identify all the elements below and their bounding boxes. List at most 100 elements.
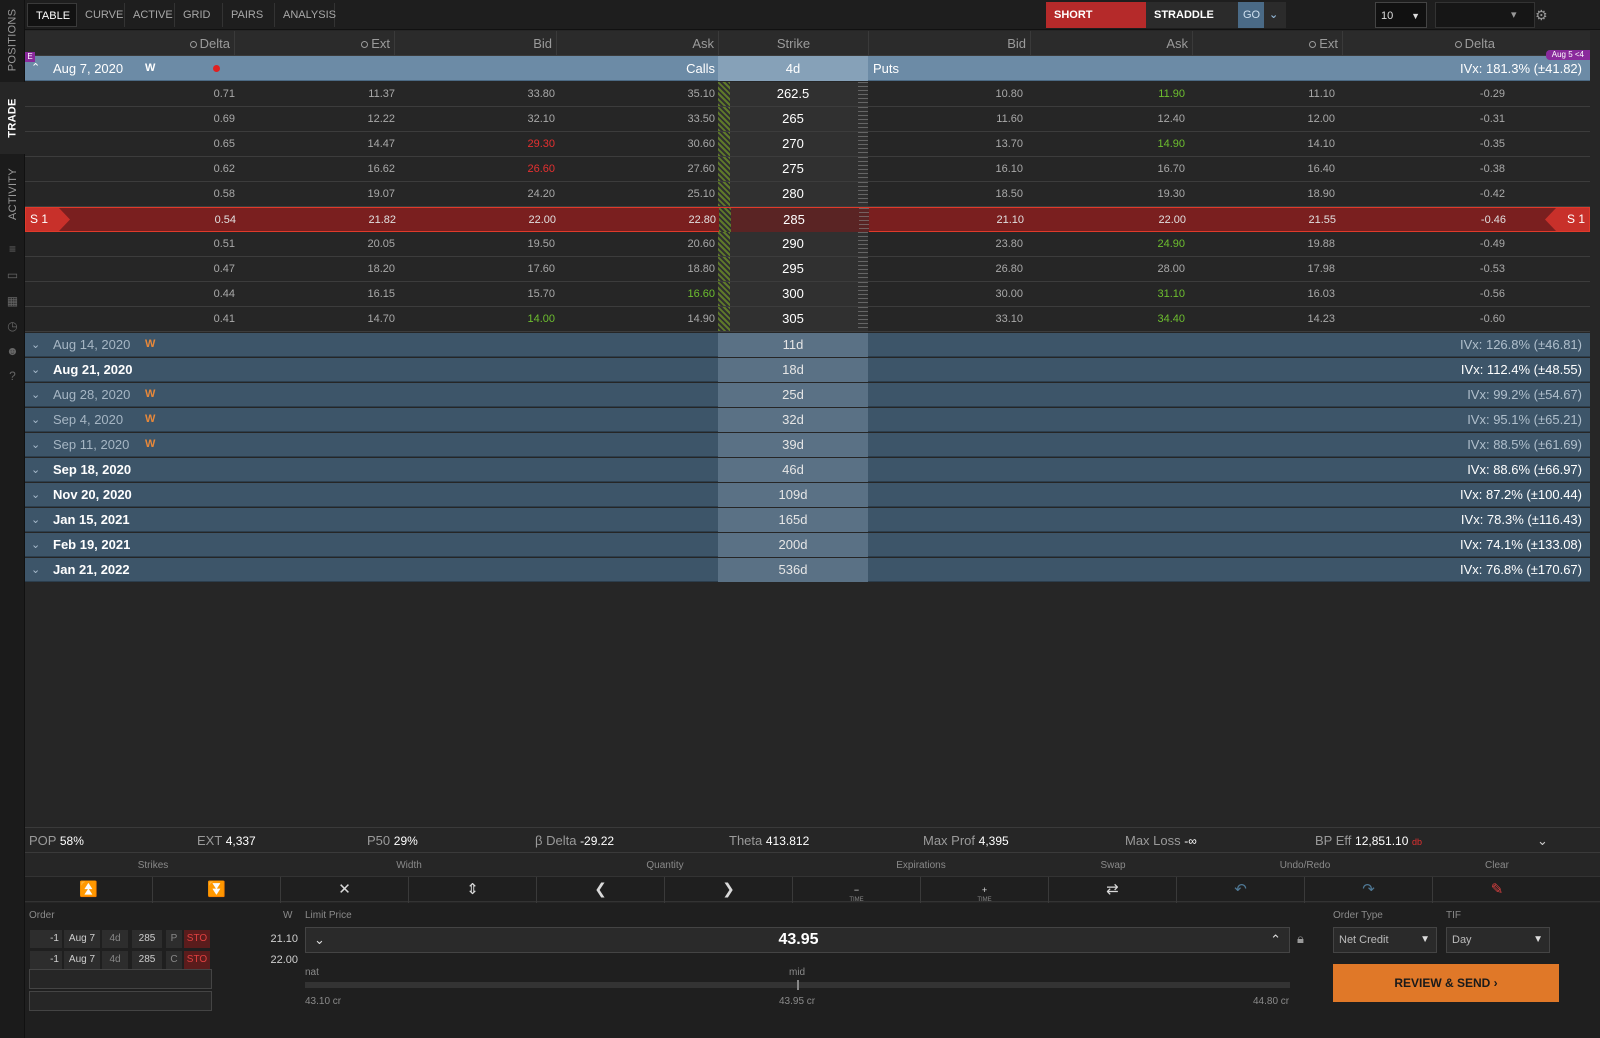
cell-p-ext[interactable]: 19.88 bbox=[1255, 232, 1335, 256]
lock-icon[interactable]: 🔒︎ bbox=[1297, 931, 1304, 947]
list-icon[interactable]: ≡ bbox=[5, 242, 20, 256]
price-slider-handle[interactable] bbox=[797, 980, 799, 990]
chevron-down-icon[interactable]: ⌄ bbox=[31, 433, 40, 457]
expiration-row[interactable]: ⌄ Jan 21, 2022 536d IVx: 76.8% (±170.67) bbox=[25, 558, 1590, 582]
filter-icon[interactable]: ▾ bbox=[1511, 2, 1529, 28]
empty-leg-slot[interactable] bbox=[29, 991, 212, 1011]
chevron-down-icon[interactable]: ⌄ bbox=[31, 383, 40, 407]
cell-c-delta[interactable]: 0.54 bbox=[156, 208, 236, 232]
col-strike[interactable]: Strike bbox=[719, 31, 869, 56]
cell-p-ask[interactable]: 19.30 bbox=[1105, 182, 1185, 206]
cell-c-bid[interactable]: 17.60 bbox=[475, 257, 555, 281]
leg-quantity[interactable]: -1 bbox=[30, 951, 62, 969]
leg-action[interactable]: STO bbox=[184, 951, 210, 969]
cell-p-ext[interactable]: 14.23 bbox=[1255, 307, 1335, 331]
col-call-bid[interactable]: Bid bbox=[395, 31, 557, 56]
leg-strike[interactable]: 285 bbox=[132, 951, 162, 969]
watchlist-icon[interactable]: ▭ bbox=[5, 268, 20, 282]
cell-p-delta[interactable]: -0.42 bbox=[1425, 182, 1505, 206]
table-row[interactable]: 0.71 11.37 33.80 35.10 10.80 11.90 11.10 -0.29 2… bbox=[25, 82, 1590, 107]
cell-c-ask[interactable]: 35.10 bbox=[635, 82, 715, 106]
cell-c-delta[interactable]: 0.47 bbox=[155, 257, 235, 281]
cell-p-delta[interactable]: -0.31 bbox=[1425, 107, 1505, 131]
chevron-down-icon[interactable]: ⌄ bbox=[31, 483, 40, 507]
table-row[interactable]: 0.69 12.22 32.10 33.50 11.60 12.40 12.00 -0.31 2… bbox=[25, 107, 1590, 132]
chevron-down-icon[interactable]: ⌄ bbox=[31, 558, 40, 582]
chevron-down-icon[interactable]: ⌄ bbox=[31, 508, 40, 532]
tab-analysis[interactable]: ANALYSIS bbox=[275, 3, 336, 27]
cell-c-ask[interactable]: 33.50 bbox=[635, 107, 715, 131]
cell-c-bid[interactable]: 19.50 bbox=[475, 232, 555, 256]
cell-p-ext[interactable]: 11.10 bbox=[1255, 82, 1335, 106]
tab-table[interactable]: TABLE bbox=[27, 3, 77, 27]
cell-p-ext[interactable]: 18.90 bbox=[1255, 182, 1335, 206]
width-widen-icon[interactable]: ⇕ bbox=[409, 877, 537, 903]
cell-p-ask[interactable]: 16.70 bbox=[1105, 157, 1185, 181]
leg-quantity[interactable]: -1 bbox=[30, 930, 62, 948]
expiration-row[interactable]: ⌄ Sep 4, 2020 W 32d IVx: 95.1% (±65.21) bbox=[25, 408, 1590, 432]
people-icon[interactable]: ☻ bbox=[5, 344, 20, 358]
cell-c-ask[interactable]: 25.10 bbox=[635, 182, 715, 206]
cell-c-bid[interactable]: 14.00 bbox=[475, 307, 555, 331]
col-put-ask[interactable]: Ask bbox=[1031, 31, 1193, 56]
strikes-up-icon[interactable]: ⏫ bbox=[25, 877, 153, 903]
cell-c-delta[interactable]: 0.44 bbox=[155, 282, 235, 306]
cell-c-ext[interactable]: 12.22 bbox=[315, 107, 395, 131]
cell-c-ask[interactable]: 18.80 bbox=[635, 257, 715, 281]
expiration-later-icon[interactable]: + TIME bbox=[921, 877, 1049, 903]
cell-p-ask[interactable]: 28.00 bbox=[1105, 257, 1185, 281]
col-put-ext[interactable]: Ext bbox=[1193, 31, 1343, 56]
cell-p-bid[interactable]: 21.10 bbox=[944, 208, 1024, 232]
cell-c-delta[interactable]: 0.41 bbox=[155, 307, 235, 331]
review-send-button[interactable]: REVIEW & SEND › bbox=[1333, 964, 1559, 1002]
strategy-select[interactable]: STRADDLE bbox=[1146, 2, 1238, 28]
cell-c-ext[interactable]: 21.82 bbox=[316, 208, 396, 232]
go-button[interactable]: GO bbox=[1238, 2, 1264, 28]
table-row[interactable]: 0.62 16.62 26.60 27.60 16.10 16.70 16.40 -0.38 2… bbox=[25, 157, 1590, 182]
cell-p-ask[interactable]: 12.40 bbox=[1105, 107, 1185, 131]
cell-c-bid[interactable]: 32.10 bbox=[475, 107, 555, 131]
leg-type[interactable]: P bbox=[166, 930, 182, 948]
col-call-ext[interactable]: Ext bbox=[235, 31, 395, 56]
nav-tab-activity[interactable]: ACTIVITY bbox=[0, 158, 25, 230]
price-up-icon[interactable]: ⌃ bbox=[1270, 928, 1281, 952]
cell-c-delta[interactable]: 0.69 bbox=[155, 107, 235, 131]
col-call-delta[interactable]: Delta bbox=[75, 31, 235, 56]
cell-p-bid[interactable]: 33.10 bbox=[943, 307, 1023, 331]
nav-tab-trade[interactable]: TRADE bbox=[0, 82, 25, 154]
cell-p-bid[interactable]: 13.70 bbox=[943, 132, 1023, 156]
chevron-down-icon[interactable]: ⌄ bbox=[31, 408, 40, 432]
quantity-increase-icon[interactable]: ❯ bbox=[665, 877, 793, 903]
undo-icon[interactable]: ↶ bbox=[1177, 877, 1305, 903]
cell-c-ext[interactable]: 19.07 bbox=[315, 182, 395, 206]
cell-c-delta[interactable]: 0.58 bbox=[155, 182, 235, 206]
tab-pairs[interactable]: PAIRS bbox=[223, 3, 275, 27]
table-row[interactable]: 0.44 16.15 15.70 16.60 30.00 31.10 16.03 -0.56 3… bbox=[25, 282, 1590, 307]
expiration-row[interactable]: ⌄ Jan 15, 2021 165d IVx: 78.3% (±116.43) bbox=[25, 508, 1590, 532]
tab-grid[interactable]: GRID bbox=[175, 3, 223, 27]
col-put-delta[interactable]: Delta bbox=[1343, 31, 1499, 56]
cell-p-ask[interactable]: 11.90 bbox=[1105, 82, 1185, 106]
leg-days[interactable]: 4d bbox=[102, 930, 128, 948]
chevron-down-icon[interactable]: ⌄ bbox=[31, 458, 40, 482]
cell-p-bid[interactable]: 30.00 bbox=[943, 282, 1023, 306]
cell-p-ask[interactable]: 22.00 bbox=[1106, 208, 1186, 232]
cell-p-ask[interactable]: 31.10 bbox=[1105, 282, 1185, 306]
cell-c-ask[interactable]: 14.90 bbox=[635, 307, 715, 331]
table-row[interactable]: 0.41 14.70 14.00 14.90 33.10 34.40 14.23 -0.60 3… bbox=[25, 307, 1590, 332]
order-leg[interactable]: -1 Aug 7 4d 285 P STO 21.10 bbox=[30, 930, 320, 948]
cell-c-ext[interactable]: 14.70 bbox=[315, 307, 395, 331]
cell-c-ask[interactable]: 16.60 bbox=[635, 282, 715, 306]
cell-c-ext[interactable]: 18.20 bbox=[315, 257, 395, 281]
leg-strike[interactable]: 285 bbox=[132, 930, 162, 948]
leg-action[interactable]: STO bbox=[184, 930, 210, 948]
expiration-row[interactable]: ⌄ Sep 18, 2020 46d IVx: 88.6% (±66.97) bbox=[25, 458, 1590, 482]
clear-eraser-icon[interactable]: ✎ bbox=[1433, 877, 1561, 903]
col-call-ask[interactable]: Ask bbox=[557, 31, 719, 56]
table-row[interactable]: 0.51 20.05 19.50 20.60 23.80 24.90 19.88 -0.49 2… bbox=[25, 232, 1590, 257]
tab-curve[interactable]: CURVE bbox=[77, 3, 125, 27]
order-type-select[interactable]: Net Credit ▼ bbox=[1333, 927, 1437, 953]
help-icon[interactable]: ? bbox=[5, 369, 20, 383]
leg-expiration[interactable]: Aug 7 bbox=[64, 951, 100, 969]
tab-active[interactable]: ACTIVE bbox=[125, 3, 175, 27]
